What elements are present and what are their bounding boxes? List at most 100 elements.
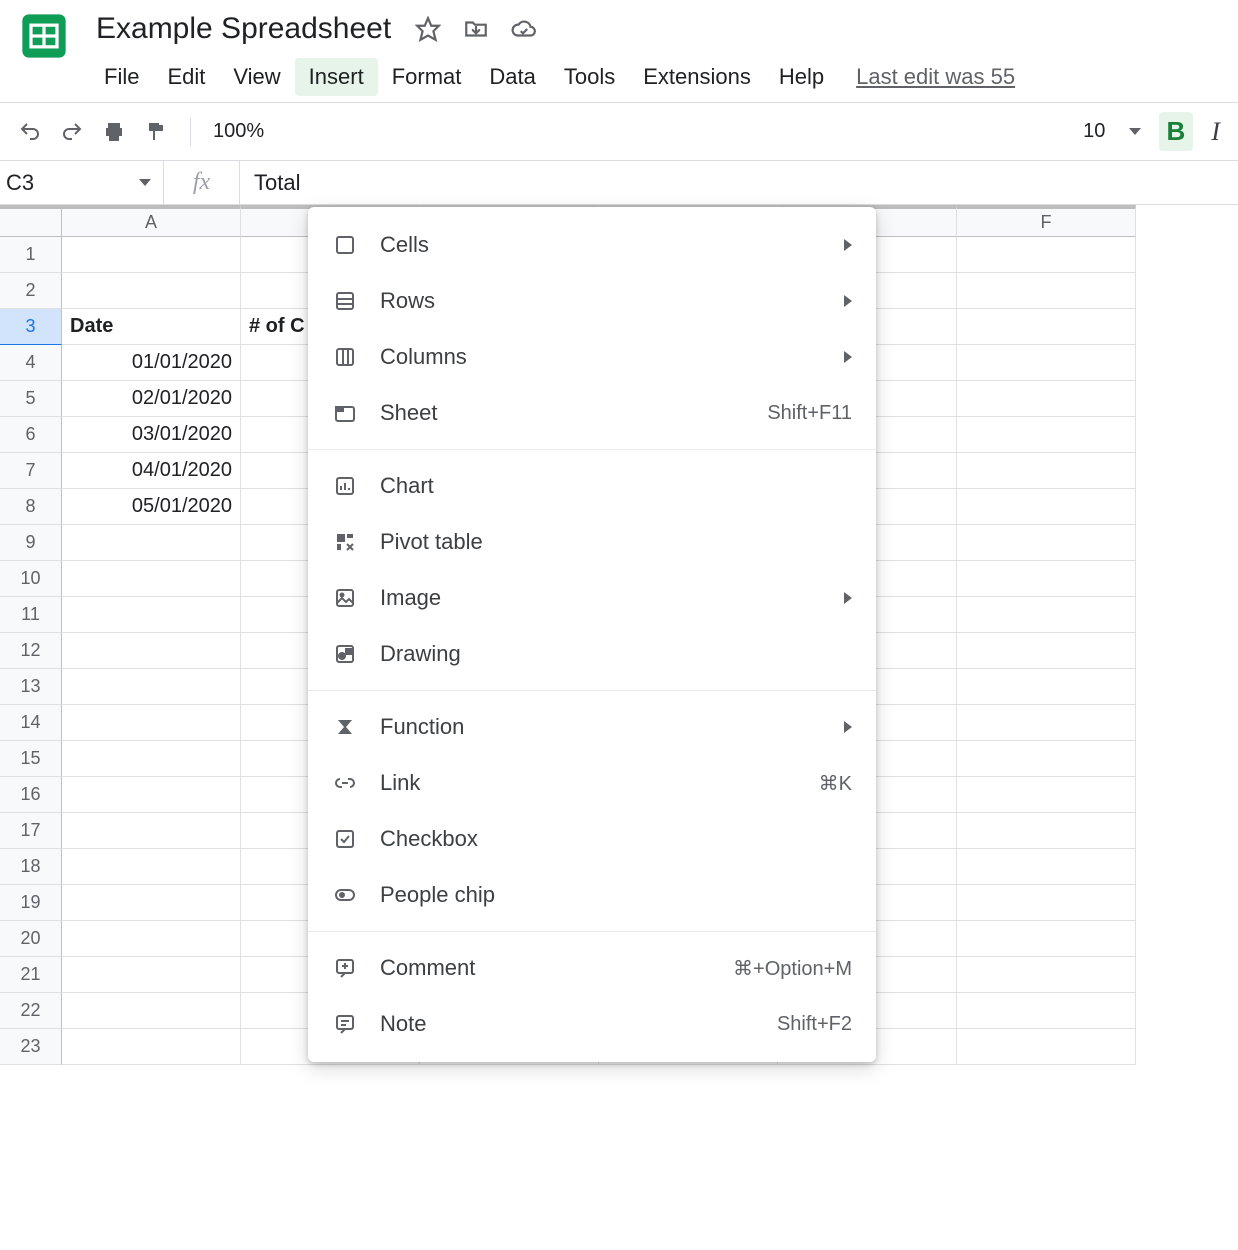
cloud-status-icon[interactable] bbox=[511, 16, 537, 42]
select-all-corner[interactable] bbox=[0, 205, 62, 237]
row-head[interactable]: 11 bbox=[0, 597, 62, 633]
cell[interactable] bbox=[62, 993, 241, 1029]
cell[interactable] bbox=[957, 777, 1136, 813]
cell[interactable]: 03/01/2020 bbox=[62, 417, 241, 453]
cell[interactable] bbox=[62, 777, 241, 813]
cell[interactable] bbox=[957, 885, 1136, 921]
cell[interactable] bbox=[62, 957, 241, 993]
insert-rows[interactable]: Rows bbox=[308, 273, 876, 329]
row-head[interactable]: 14 bbox=[0, 705, 62, 741]
row-head[interactable]: 13 bbox=[0, 669, 62, 705]
cell[interactable] bbox=[62, 813, 241, 849]
menu-insert[interactable]: Insert bbox=[295, 58, 378, 96]
menu-data[interactable]: Data bbox=[475, 58, 549, 96]
cell[interactable] bbox=[62, 885, 241, 921]
insert-checkbox[interactable]: Checkbox bbox=[308, 811, 876, 867]
bold-button[interactable]: B bbox=[1159, 112, 1194, 151]
cell[interactable] bbox=[957, 237, 1136, 273]
row-head[interactable]: 10 bbox=[0, 561, 62, 597]
row-head[interactable]: 22 bbox=[0, 993, 62, 1029]
cell[interactable] bbox=[62, 525, 241, 561]
insert-link[interactable]: Link ⌘K bbox=[308, 755, 876, 811]
undo-icon[interactable] bbox=[18, 120, 42, 144]
cell[interactable] bbox=[957, 309, 1136, 345]
cell[interactable]: Date bbox=[62, 309, 241, 345]
cell[interactable] bbox=[62, 237, 241, 273]
menu-format[interactable]: Format bbox=[378, 58, 476, 96]
cell[interactable] bbox=[957, 597, 1136, 633]
formula-input[interactable]: Total bbox=[240, 161, 1238, 204]
menu-help[interactable]: Help bbox=[765, 58, 838, 96]
col-head-F[interactable]: F bbox=[957, 205, 1136, 237]
cell[interactable] bbox=[957, 957, 1136, 993]
cell[interactable] bbox=[62, 741, 241, 777]
cell[interactable] bbox=[62, 669, 241, 705]
cell[interactable] bbox=[957, 453, 1136, 489]
move-to-folder-icon[interactable] bbox=[463, 16, 489, 42]
insert-comment[interactable]: Comment ⌘+Option+M bbox=[308, 940, 876, 996]
cell[interactable] bbox=[957, 489, 1136, 525]
print-icon[interactable] bbox=[102, 120, 126, 144]
insert-drawing[interactable]: Drawing bbox=[308, 626, 876, 682]
row-head[interactable]: 16 bbox=[0, 777, 62, 813]
cell[interactable] bbox=[957, 993, 1136, 1029]
row-head[interactable]: 8 bbox=[0, 489, 62, 525]
row-head[interactable]: 3 bbox=[0, 309, 62, 345]
cell[interactable] bbox=[957, 417, 1136, 453]
insert-chart[interactable]: Chart bbox=[308, 458, 876, 514]
insert-note[interactable]: Note Shift+F2 bbox=[308, 996, 876, 1052]
cell[interactable] bbox=[957, 669, 1136, 705]
cell[interactable] bbox=[957, 525, 1136, 561]
zoom-dropdown[interactable]: 100% bbox=[213, 120, 264, 143]
cell[interactable] bbox=[957, 849, 1136, 885]
cell[interactable] bbox=[957, 705, 1136, 741]
row-head[interactable]: 5 bbox=[0, 381, 62, 417]
cell[interactable] bbox=[957, 813, 1136, 849]
cell[interactable] bbox=[957, 1029, 1136, 1065]
insert-function[interactable]: Function bbox=[308, 699, 876, 755]
paint-format-icon[interactable] bbox=[144, 120, 168, 144]
row-head[interactable]: 1 bbox=[0, 237, 62, 273]
cell[interactable] bbox=[62, 705, 241, 741]
row-head[interactable]: 9 bbox=[0, 525, 62, 561]
cell[interactable] bbox=[957, 273, 1136, 309]
row-head[interactable]: 23 bbox=[0, 1029, 62, 1065]
insert-pivot-table[interactable]: Pivot table bbox=[308, 514, 876, 570]
row-head[interactable]: 2 bbox=[0, 273, 62, 309]
insert-sheet[interactable]: Sheet Shift+F11 bbox=[308, 385, 876, 441]
menu-extensions[interactable]: Extensions bbox=[629, 58, 765, 96]
cell[interactable] bbox=[957, 345, 1136, 381]
cell[interactable] bbox=[62, 921, 241, 957]
menu-edit[interactable]: Edit bbox=[153, 58, 219, 96]
cell[interactable]: 01/01/2020 bbox=[62, 345, 241, 381]
insert-image[interactable]: Image bbox=[308, 570, 876, 626]
col-head-A[interactable]: A bbox=[62, 205, 241, 237]
row-head[interactable]: 6 bbox=[0, 417, 62, 453]
cell[interactable] bbox=[62, 633, 241, 669]
cell[interactable] bbox=[62, 273, 241, 309]
cell[interactable] bbox=[62, 561, 241, 597]
document-title[interactable]: Example Spreadsheet bbox=[90, 10, 397, 48]
insert-cells[interactable]: Cells bbox=[308, 217, 876, 273]
row-head[interactable]: 7 bbox=[0, 453, 62, 489]
cell[interactable] bbox=[957, 561, 1136, 597]
cell[interactable] bbox=[957, 741, 1136, 777]
row-head[interactable]: 17 bbox=[0, 813, 62, 849]
cell[interactable]: 02/01/2020 bbox=[62, 381, 241, 417]
row-head[interactable]: 20 bbox=[0, 921, 62, 957]
cell[interactable]: 05/01/2020 bbox=[62, 489, 241, 525]
cell[interactable]: 04/01/2020 bbox=[62, 453, 241, 489]
cell[interactable] bbox=[957, 381, 1136, 417]
cell[interactable] bbox=[62, 849, 241, 885]
redo-icon[interactable] bbox=[60, 120, 84, 144]
last-edit-link[interactable]: Last edit was 55 bbox=[856, 64, 1015, 90]
menu-file[interactable]: File bbox=[90, 58, 153, 96]
insert-columns[interactable]: Columns bbox=[308, 329, 876, 385]
row-head[interactable]: 4 bbox=[0, 345, 62, 381]
row-head[interactable]: 18 bbox=[0, 849, 62, 885]
cell[interactable] bbox=[957, 921, 1136, 957]
row-head[interactable]: 12 bbox=[0, 633, 62, 669]
menu-tools[interactable]: Tools bbox=[550, 58, 629, 96]
menu-view[interactable]: View bbox=[219, 58, 294, 96]
font-size-dropdown[interactable]: 10 bbox=[1083, 120, 1140, 143]
